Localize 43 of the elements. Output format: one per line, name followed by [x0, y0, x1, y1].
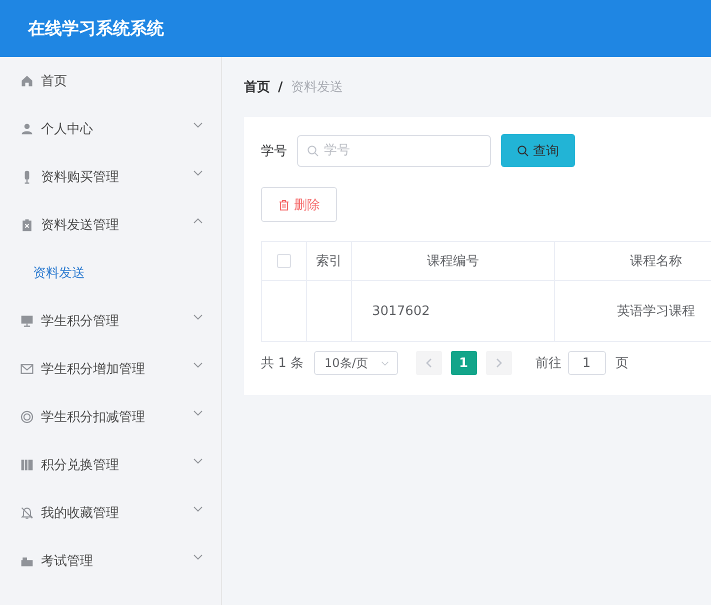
page-size-select[interactable]: 10条/页: [314, 351, 398, 375]
sidebar-item[interactable]: 考试管理: [0, 537, 221, 585]
clipboard-icon: [20, 218, 34, 232]
column-header: 课程名称: [554, 242, 711, 280]
bell-off-icon: [20, 506, 34, 520]
sidebar-item[interactable]: 学生积分增加管理: [0, 345, 221, 393]
search-button[interactable]: 查询: [501, 134, 575, 167]
chevron-left-icon: [426, 358, 432, 368]
chevron-down-icon: [380, 360, 389, 366]
total-count: 共 1 条: [261, 355, 304, 372]
trash-icon: [278, 198, 290, 210]
chevron-right-icon: [496, 358, 502, 368]
user-icon: [20, 122, 34, 136]
page-suffix: 页: [616, 355, 629, 372]
column-header: 课程编号: [352, 242, 554, 280]
bars-icon: [20, 458, 34, 472]
select-all-checkbox[interactable]: [277, 254, 291, 268]
goto-page-field[interactable]: 1: [568, 351, 606, 375]
home-icon: [20, 74, 34, 88]
goto-label: 前往: [536, 355, 562, 372]
student-id-field[interactable]: 学号: [297, 134, 491, 166]
column-header: 索引: [306, 242, 352, 280]
search-icon: [307, 144, 319, 156]
sidebar-item[interactable]: 首页: [0, 57, 221, 105]
sidebar-subitem[interactable]: 资料发送: [0, 249, 221, 297]
monitor-icon: [20, 314, 34, 328]
sidebar-item[interactable]: 资料发送管理: [0, 201, 221, 249]
field-label: 学号: [261, 142, 287, 160]
breadcrumb-separator: /: [278, 80, 283, 94]
envelope-icon: [20, 362, 34, 376]
sidebar-item[interactable]: 我的收藏管理: [0, 489, 221, 537]
sidebar-item[interactable]: 个人中心: [0, 105, 221, 153]
ring-icon: [20, 410, 34, 424]
table-cell: 3017602: [352, 280, 554, 342]
sidebar-item[interactable]: 学生积分管理: [0, 297, 221, 345]
search-icon: [517, 144, 529, 156]
sidebar-item[interactable]: 积分兑换管理: [0, 441, 221, 489]
previous-page-button[interactable]: [416, 351, 442, 375]
sidebar-item[interactable]: 学生积分扣减管理: [0, 393, 221, 441]
sidebar-item[interactable]: 资料购买管理: [0, 153, 221, 201]
breadcrumb-link[interactable]: 首页: [244, 78, 270, 96]
next-page-button[interactable]: [486, 351, 512, 375]
app-title: 在线学习系统系统: [28, 18, 164, 40]
